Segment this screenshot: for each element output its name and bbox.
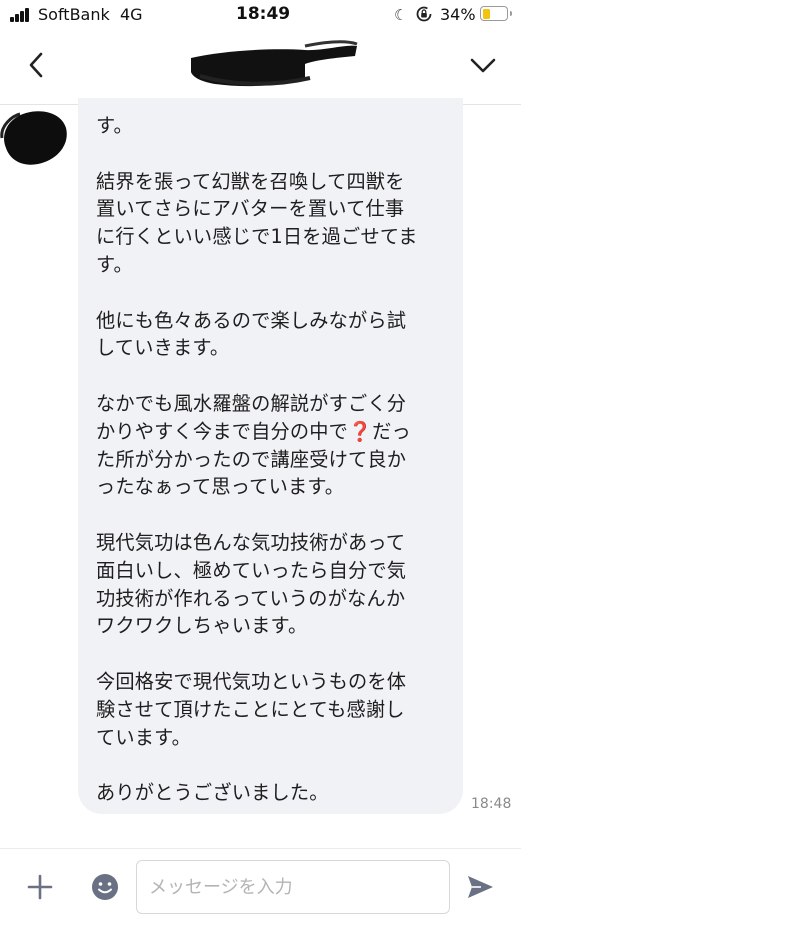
message-input[interactable] bbox=[136, 860, 450, 914]
signal-icon bbox=[10, 8, 32, 22]
battery-percent: 34% bbox=[440, 5, 476, 24]
message-line: す。 bbox=[96, 114, 133, 137]
message-timestamp: 18:48 bbox=[471, 796, 512, 812]
status-bar: SoftBank 4G 18:49 ☾ 34% bbox=[0, 0, 521, 30]
message-input-bar bbox=[0, 848, 521, 926]
message-line: 結界を張って幻獣を召喚して四獣を bbox=[96, 169, 405, 193]
question-mark-emoji-icon: ❓ bbox=[348, 419, 373, 443]
message-line: ったなぁって思っています。 bbox=[96, 475, 345, 499]
message-line: 面白いし、極めていったら自分で気 bbox=[96, 558, 407, 582]
rotation-lock-icon bbox=[416, 6, 432, 22]
message-line: かりやすく今まで自分の中で❓だっ bbox=[96, 418, 453, 446]
message-line: ています。 bbox=[96, 725, 192, 749]
emoji-icon[interactable] bbox=[90, 872, 120, 902]
message-line: 置いてさらにアバターを置いて仕事 bbox=[96, 197, 405, 221]
message-line-part: だっ bbox=[372, 419, 411, 443]
message-line: 験させて頂けたことにとても感謝し bbox=[96, 697, 405, 721]
send-icon[interactable] bbox=[465, 873, 495, 901]
message-line: していきます。 bbox=[96, 336, 230, 360]
message-line: に行くといい感じで1日を過ごせてま bbox=[96, 225, 418, 249]
chevron-left-icon[interactable] bbox=[22, 48, 50, 82]
message-line: なかでも風水羅盤の解説がすごく分 bbox=[96, 391, 407, 415]
chat-screen: SoftBank 4G 18:49 ☾ 34% す。 結界を張って幻獣を召喚して… bbox=[0, 0, 521, 926]
status-time: 18:49 bbox=[236, 4, 291, 24]
carrier-name: SoftBank bbox=[38, 5, 110, 24]
message-line: 功技術が作れるっていうのがなんか bbox=[96, 586, 406, 610]
message-line: 他にも色々あるので楽しみながら試 bbox=[96, 308, 407, 332]
message-line: 今回格安で現代気功というものを体 bbox=[96, 669, 407, 693]
message-line: ワクワクしちゃいます。 bbox=[96, 614, 308, 638]
do-not-disturb-icon: ☾ bbox=[394, 6, 408, 24]
message-line: ありがとうございました。 bbox=[96, 781, 329, 805]
message-line: 現代気功は色んな気功技術があって bbox=[96, 530, 406, 554]
message-line: た所が分かったので講座受けて良か bbox=[96, 447, 407, 471]
message-line-part: かりやすく今まで自分の中で bbox=[96, 419, 349, 443]
avatar[interactable] bbox=[0, 108, 68, 166]
chat-header bbox=[0, 30, 521, 105]
message-bubble: す。 結界を張って幻獣を召喚して四獣を 置いてさらにアバターを置いて仕事 に行く… bbox=[78, 98, 463, 814]
plus-icon[interactable] bbox=[26, 873, 54, 901]
network-type: 4G bbox=[120, 5, 143, 24]
chevron-down-icon[interactable] bbox=[468, 52, 498, 78]
redacted-contact-name bbox=[191, 40, 358, 87]
message-line: す。 bbox=[96, 252, 133, 276]
battery-icon bbox=[480, 6, 512, 21]
